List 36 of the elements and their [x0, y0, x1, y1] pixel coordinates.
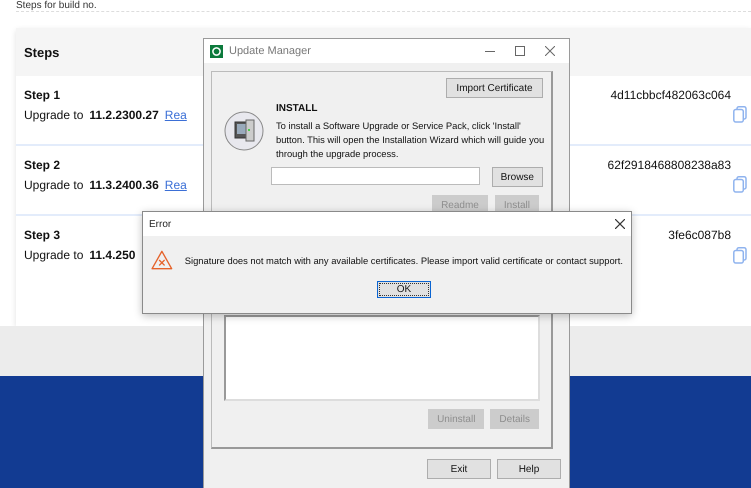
install-description: To install a Software Upgrade or Service Pack, click 'Install' button. This will open the Installation Wizard which will guide you through the upgrade process.: [276, 119, 546, 161]
step-title: Step 3: [24, 228, 60, 242]
button[interactable]: Help: [497, 459, 561, 479]
hash-text: 4d11cbbcf482063c064: [610, 88, 731, 102]
installed-list[interactable]: [224, 315, 540, 401]
upgrade-label: Upgrade to: [24, 178, 84, 192]
computer-icon: [224, 111, 264, 151]
close-icon[interactable]: [545, 46, 555, 56]
install-heading: INSTALL: [276, 103, 318, 114]
copy-icon[interactable]: [733, 176, 747, 192]
button[interactable]: Exit: [427, 459, 491, 479]
step-title: Step 1: [24, 88, 60, 102]
maximize-icon[interactable]: [515, 46, 525, 56]
version-text: 11.3.2400.36: [89, 178, 159, 192]
app-icon: [210, 44, 223, 58]
button[interactable]: Import Certificate: [446, 78, 543, 98]
copy-icon[interactable]: [733, 246, 747, 264]
version-text: 11.2.2300.27: [89, 108, 159, 122]
error-message: Signature does not match with any available certificates. Please import valid certificate or contact support.: [184, 254, 623, 266]
file-path-field[interactable]: [271, 167, 480, 185]
upgrade-label: Upgrade to: [24, 108, 84, 122]
close-icon[interactable]: [615, 219, 625, 229]
steps-heading: Steps: [24, 44, 60, 60]
copy-icon[interactable]: [733, 106, 747, 122]
step-title: Step 2: [24, 158, 60, 172]
window-title: Update Manager: [229, 45, 312, 57]
ok-button[interactable]: OK: [377, 281, 431, 298]
hash-text: 62f2918468808238a83: [608, 158, 731, 172]
button[interactable]: Browse: [492, 167, 543, 187]
upgrade-label: Upgrade to: [24, 248, 84, 262]
build-label: Steps for build no.: [16, 1, 97, 11]
dialog-title: Error: [149, 218, 172, 230]
hash-text: 3fe6c087b8: [668, 228, 731, 242]
readme-link[interactable]: Rea: [164, 108, 187, 122]
readme-link[interactable]: Rea: [164, 178, 187, 192]
version-text: 11.4.250: [89, 248, 136, 262]
